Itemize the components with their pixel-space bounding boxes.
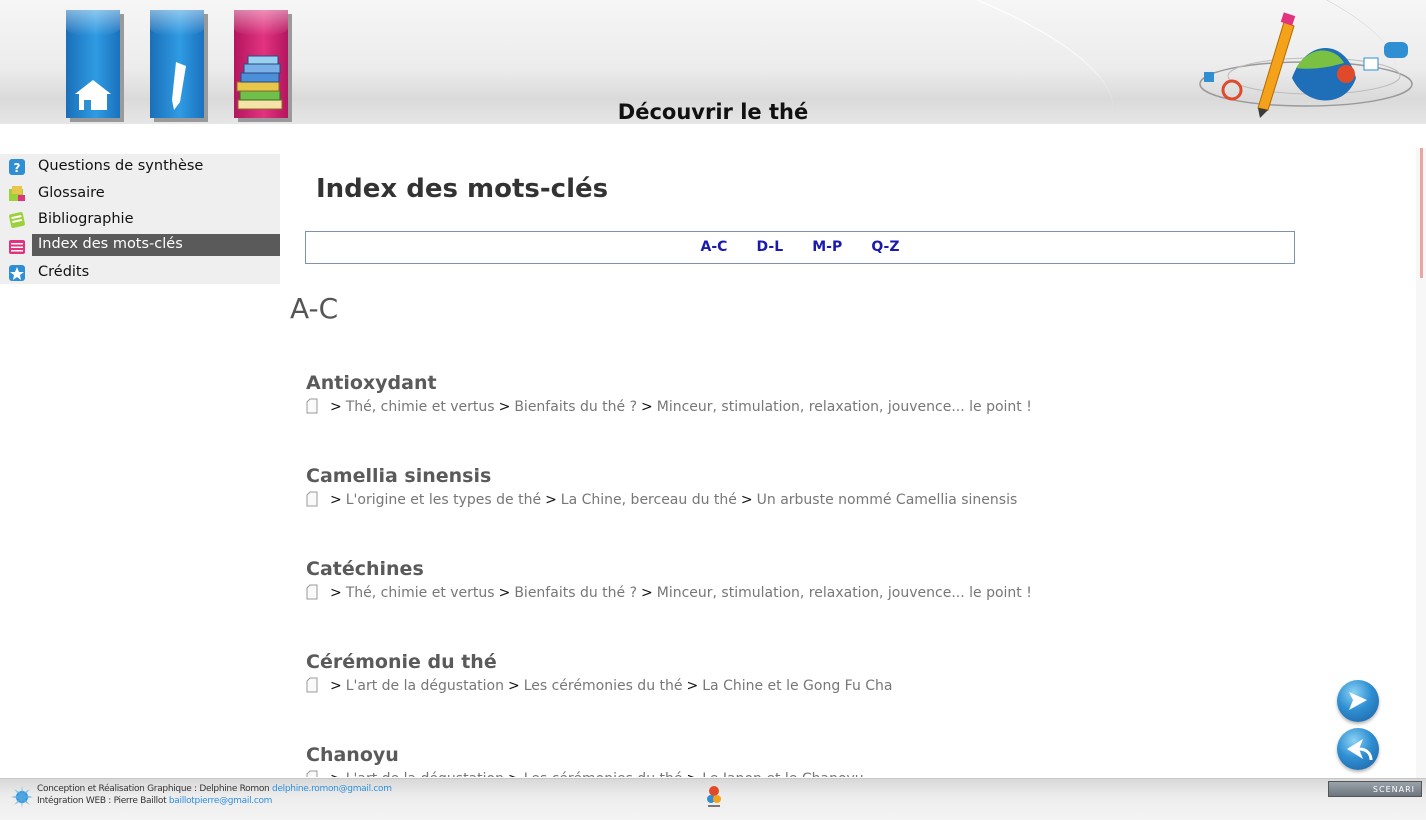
- alpha-link-d-l[interactable]: D-L: [757, 232, 784, 263]
- sidebar-item-label: Bibliographie: [38, 211, 134, 227]
- splash-logo-icon: [11, 786, 33, 808]
- page-icon: [306, 398, 318, 414]
- path-separator: >: [330, 585, 342, 601]
- path-link[interactable]: L'art de la dégustation: [346, 678, 504, 694]
- path-link[interactable]: Bienfaits du thé ?: [514, 399, 637, 415]
- page-icon: [306, 677, 318, 693]
- page-icon: [306, 770, 318, 777]
- credits-icon: [9, 265, 25, 281]
- path-link[interactable]: Thé, chimie et vertus: [346, 585, 495, 601]
- index-term: Chanoyu: [306, 744, 399, 766]
- path-separator: >: [330, 399, 342, 415]
- credits-line-1: Conception et Réalisation Graphique : De…: [37, 784, 273, 794]
- index-term: Catéchines: [306, 558, 424, 580]
- alpha-link-a-c[interactable]: A-C: [701, 232, 728, 263]
- path-separator: >: [330, 678, 342, 694]
- index-path: > L'art de la dégustation > Les cérémonies …: [306, 770, 864, 777]
- path-link[interactable]: La Chine, berceau du thé: [561, 492, 737, 508]
- footer-credits: Conception et Réalisation Graphique : De…: [37, 783, 392, 807]
- logo-illustration-icon: [1199, 12, 1413, 118]
- credits-email-link[interactable]: delphine.romon@gmail.com: [272, 784, 392, 794]
- index-path: > L'origine et les types de thé > La Chine,…: [306, 491, 1017, 508]
- path-separator: >: [330, 771, 342, 777]
- arrow-next-icon: [1349, 692, 1367, 710]
- path-separator: >: [686, 678, 699, 694]
- index-path: > Thé, chimie et vertus > Bienfaits du thé …: [306, 398, 1032, 415]
- sidebar-menu: ? Questions de synthèse Glossaire Biblio…: [0, 154, 280, 284]
- page-title: Index des mots-clés: [316, 174, 609, 204]
- index-entry: Antioxydant > Thé, chimie et vertus > Bienfa…: [306, 370, 1306, 463]
- path-separator: >: [740, 492, 753, 508]
- index-term: Cérémonie du thé: [306, 651, 497, 673]
- index-icon: [9, 239, 25, 254]
- sidebar-item-credits[interactable]: Crédits: [0, 260, 280, 287]
- scrollbar-thumb[interactable]: [1420, 148, 1423, 278]
- path-separator: >: [641, 585, 653, 601]
- bibliography-icon: [9, 212, 25, 228]
- index-term: Camellia sinensis: [306, 465, 492, 487]
- sidebar-item-label: Index des mots-clés: [38, 235, 183, 252]
- next-page-button[interactable]: [1337, 680, 1379, 722]
- credits-email-link[interactable]: baillotpierre@gmail.com: [169, 796, 273, 806]
- index-term: Antioxydant: [306, 372, 437, 394]
- path-link[interactable]: Les cérémonies du thé: [524, 771, 683, 777]
- alpha-link-m-p[interactable]: M-P: [812, 232, 842, 263]
- path-link[interactable]: Bienfaits du thé ?: [514, 585, 637, 601]
- path-separator: >: [498, 399, 511, 415]
- sidebar-item-index[interactable]: Index des mots-clés: [0, 233, 280, 261]
- index-path: >L'art de la dégustation>Les cérémonies …: [306, 677, 893, 694]
- page-icon: [306, 491, 318, 507]
- index-entry: Cérémonie du thé > L'art de la dégustation…: [306, 649, 1306, 742]
- path-link[interactable]: Les cérémonies du thé: [524, 678, 683, 694]
- alpha-link-q-z[interactable]: Q-Z: [871, 232, 899, 263]
- svg-text:?: ?: [14, 161, 21, 175]
- path-separator: >: [330, 492, 342, 508]
- sidebar-item-label: Questions de synthèse: [38, 158, 204, 174]
- path-separator: >: [641, 399, 653, 415]
- path-link[interactable]: Thé, chimie et vertus: [346, 399, 495, 415]
- path-link[interactable]: La Chine et le Gong Fu Cha: [702, 678, 892, 694]
- footer-logo-icon: [707, 786, 721, 807]
- path-separator: >: [508, 771, 520, 777]
- index-entries: Antioxydant > Thé, chimie et vertus > Bienfa…: [306, 370, 1306, 777]
- path-link[interactable]: L'art de la dégustation: [346, 771, 504, 777]
- path-link[interactable]: L'origine et les types de thé: [346, 492, 541, 508]
- path-separator: >: [687, 771, 699, 777]
- previous-page-button[interactable]: [1337, 728, 1379, 770]
- scenari-badge[interactable]: SCENARI: [1328, 781, 1422, 797]
- footer: Conception et Réalisation Graphique : De…: [0, 778, 1426, 820]
- path-separator: >: [545, 492, 557, 508]
- index-path: > Thé, chimie et vertus > Bienfaits du thé …: [306, 584, 1032, 601]
- path-link[interactable]: Un arbuste nommé Camellia sinensis: [757, 492, 1018, 508]
- index-entry: Chanoyu > L'art de la dégustation > Les céré…: [306, 742, 1306, 777]
- index-entry: Catéchines > Thé, chimie et vertus > Bienfai…: [306, 556, 1306, 649]
- path-link[interactable]: Le Japon et le Chanoyu: [702, 771, 863, 777]
- sidebar-item-label: Glossaire: [38, 184, 105, 201]
- path-separator: >: [498, 585, 511, 601]
- path-link[interactable]: Minceur, stimulation, relaxation, jouven…: [657, 585, 1032, 601]
- path-link[interactable]: Minceur, stimulation, relaxation, jouven…: [657, 399, 1032, 415]
- sidebar-item-label: Crédits: [38, 264, 90, 280]
- section-heading: A-C: [290, 292, 339, 325]
- index-entry: Camellia sinensis > L'origine et les types…: [306, 463, 1306, 556]
- alphabet-nav: A-C D-L M-P Q-Z: [305, 231, 1295, 264]
- question-icon: ?: [9, 159, 25, 175]
- glossary-icon: [9, 185, 25, 201]
- arrow-back-icon: [1347, 739, 1373, 761]
- credits-line-2: Intégration WEB : Pierre Baillot: [37, 796, 169, 806]
- sidebar-item-glossary[interactable]: Glossaire: [0, 181, 280, 208]
- sidebar-item-questions[interactable]: ? Questions de synthèse: [0, 154, 280, 181]
- sidebar-item-bibliography[interactable]: Bibliographie: [0, 207, 280, 234]
- scrollbar[interactable]: [1416, 148, 1426, 778]
- page-icon: [306, 584, 318, 600]
- path-separator: >: [507, 678, 520, 694]
- header: Découvrir le thé: [0, 0, 1426, 124]
